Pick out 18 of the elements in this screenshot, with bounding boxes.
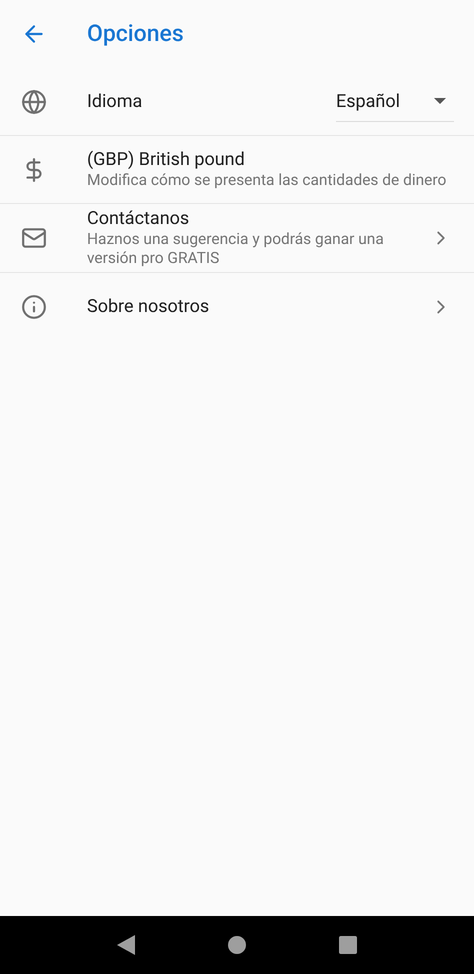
settings-row[interactable]: (GBP) British pound Modifica cómo se presenta las cantidades de dinero [0, 136, 474, 204]
back-triangle-icon[interactable] [116, 935, 135, 955]
row-title: (GBP) British pound [87, 149, 246, 171]
row-title: Idioma [87, 90, 144, 112]
row-title: Contáctanos [87, 208, 190, 230]
dropdown-caret-icon [434, 98, 446, 104]
row-title: Sobre nosotros [87, 296, 210, 318]
row-subtitle: Haznos una sugerencia y podrás ganar una versión pro GRATIS [87, 230, 385, 268]
language-dropdown[interactable]: Español [336, 82, 454, 122]
settings-row[interactable]: Sobre nosotros [0, 273, 474, 341]
home-circle-icon[interactable] [228, 936, 246, 954]
row-subtitle: Modifica cómo se presenta las cantidades de dinero [87, 171, 448, 190]
page-title: Opciones [87, 18, 184, 49]
settings-row[interactable]: Idioma Español [0, 68, 474, 136]
recents-square-icon[interactable] [339, 936, 358, 954]
info-icon [21, 294, 47, 320]
settings-row[interactable]: Contáctanos Haznos una sugerencia y podrás ganar una versión pro GRATIS [0, 204, 474, 273]
globe-icon [21, 88, 47, 114]
